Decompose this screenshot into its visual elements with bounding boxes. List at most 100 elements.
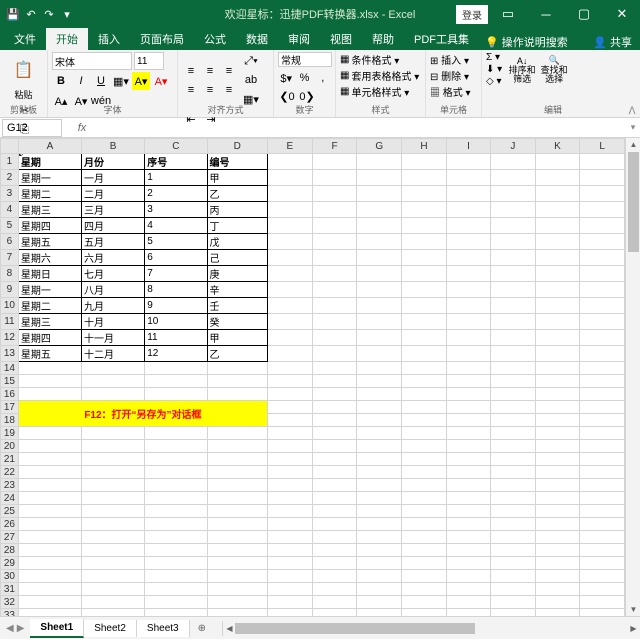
align-bottom-icon[interactable]: ≡: [220, 62, 238, 80]
cell[interactable]: [580, 440, 625, 453]
column-header[interactable]: H: [402, 139, 447, 154]
cell[interactable]: [207, 427, 267, 440]
cell[interactable]: [535, 557, 580, 570]
cell[interactable]: [18, 531, 81, 544]
tab-pdf[interactable]: PDF工具集: [404, 28, 479, 50]
row-header[interactable]: 5: [1, 218, 19, 234]
cell[interactable]: [18, 453, 81, 466]
cell[interactable]: [18, 375, 81, 388]
cell[interactable]: [312, 570, 357, 583]
cell[interactable]: [491, 266, 536, 282]
cell[interactable]: [82, 609, 145, 617]
cell[interactable]: [535, 375, 580, 388]
cell[interactable]: [268, 170, 313, 186]
cell[interactable]: [491, 557, 536, 570]
cell[interactable]: [207, 453, 267, 466]
cell[interactable]: [491, 330, 536, 346]
cell[interactable]: 五月: [82, 234, 145, 250]
ribbon-options-icon[interactable]: ▭: [490, 0, 526, 28]
row-header[interactable]: 4: [1, 202, 19, 218]
cell[interactable]: [145, 557, 207, 570]
row-header[interactable]: 21: [1, 453, 19, 466]
cell[interactable]: [535, 570, 580, 583]
conditional-format-button[interactable]: ▦ 条件格式 ▾: [340, 52, 421, 67]
tab-layout[interactable]: 页面布局: [130, 28, 194, 50]
redo-icon[interactable]: ↷: [42, 7, 56, 21]
vertical-scroll-thumb[interactable]: [628, 152, 639, 252]
sheet-nav-next-icon[interactable]: ▶: [17, 623, 25, 634]
format-cells-button[interactable]: ▦ 格式 ▾: [430, 84, 477, 99]
cell[interactable]: [357, 314, 402, 330]
cell[interactable]: [357, 375, 402, 388]
wrap-text-button[interactable]: ab: [242, 71, 260, 89]
cell[interactable]: [446, 440, 490, 453]
column-header[interactable]: K: [535, 139, 580, 154]
cell[interactable]: [357, 414, 402, 427]
cell[interactable]: [268, 250, 313, 266]
row-header[interactable]: 3: [1, 186, 19, 202]
align-right-icon[interactable]: ≡: [220, 81, 238, 99]
cell[interactable]: [535, 234, 580, 250]
cell[interactable]: [145, 570, 207, 583]
cell[interactable]: [580, 266, 625, 282]
cell[interactable]: [312, 250, 357, 266]
cell[interactable]: [535, 609, 580, 617]
cell[interactable]: [580, 531, 625, 544]
cell[interactable]: [491, 202, 536, 218]
cell[interactable]: [446, 492, 490, 505]
cell[interactable]: [268, 518, 313, 531]
cell[interactable]: [491, 234, 536, 250]
cell-style-button[interactable]: ▦ 单元格样式 ▾: [340, 84, 421, 99]
cell[interactable]: [402, 186, 447, 202]
cell[interactable]: 10: [145, 314, 207, 330]
font-size-combo[interactable]: [134, 52, 164, 70]
cell[interactable]: [357, 234, 402, 250]
cell[interactable]: 星期一: [18, 170, 81, 186]
tab-file[interactable]: 文件: [4, 28, 46, 50]
cell[interactable]: [207, 596, 267, 609]
cell[interactable]: [312, 186, 357, 202]
cell[interactable]: [402, 518, 447, 531]
cell[interactable]: [446, 583, 490, 596]
cell[interactable]: [207, 518, 267, 531]
cell[interactable]: [535, 202, 580, 218]
cell[interactable]: [357, 596, 402, 609]
cell[interactable]: [357, 427, 402, 440]
cell[interactable]: [82, 557, 145, 570]
cell[interactable]: [312, 505, 357, 518]
cell[interactable]: [491, 427, 536, 440]
cell[interactable]: [18, 479, 81, 492]
cell[interactable]: [207, 479, 267, 492]
cell[interactable]: [82, 583, 145, 596]
cell[interactable]: [402, 250, 447, 266]
cell[interactable]: [82, 518, 145, 531]
cell[interactable]: [402, 154, 447, 170]
cell[interactable]: [446, 570, 490, 583]
cell[interactable]: [491, 375, 536, 388]
cell[interactable]: [535, 531, 580, 544]
cell[interactable]: [491, 479, 536, 492]
fx-icon[interactable]: fx: [62, 122, 102, 134]
cell[interactable]: [402, 375, 447, 388]
cell[interactable]: [446, 154, 490, 170]
cell[interactable]: [535, 453, 580, 466]
column-header[interactable]: C: [145, 139, 207, 154]
sheet-tab-2[interactable]: Sheet2: [84, 620, 137, 637]
cell[interactable]: [268, 609, 313, 617]
formula-expand-icon[interactable]: ▾: [626, 122, 640, 133]
cell[interactable]: [207, 466, 267, 479]
add-sheet-button[interactable]: ⊕: [190, 620, 214, 637]
cell[interactable]: [145, 375, 207, 388]
cell[interactable]: [535, 250, 580, 266]
cell[interactable]: 甲: [207, 170, 267, 186]
row-header[interactable]: 29: [1, 557, 19, 570]
cell[interactable]: [268, 440, 313, 453]
row-header[interactable]: 28: [1, 544, 19, 557]
font-color-button[interactable]: A▾: [152, 72, 170, 90]
cell[interactable]: [446, 362, 490, 375]
cell[interactable]: [312, 557, 357, 570]
cell[interactable]: [312, 202, 357, 218]
row-header[interactable]: 25: [1, 505, 19, 518]
cell[interactable]: [18, 518, 81, 531]
cell[interactable]: [402, 427, 447, 440]
